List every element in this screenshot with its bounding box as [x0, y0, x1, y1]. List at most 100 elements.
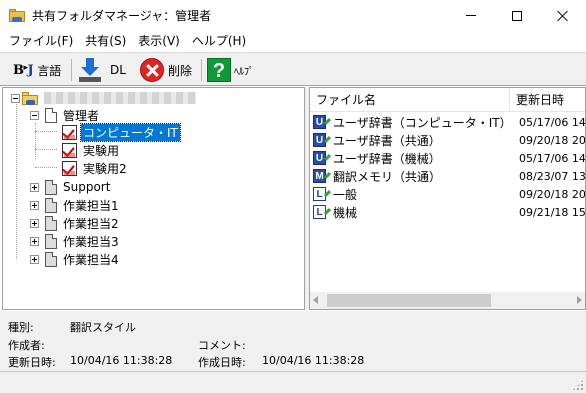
language-icon: B▸J: [13, 62, 34, 78]
user-dictionary-icon: U: [313, 132, 332, 148]
tree-item-worker4[interactable]: 作業担当4: [30, 250, 121, 268]
expand-icon[interactable]: [30, 218, 39, 228]
tree-item-label: 作業担当2: [63, 216, 119, 231]
expand-icon[interactable]: [30, 236, 39, 246]
app-folder-icon: [9, 9, 25, 22]
tree-item-label: Support: [63, 180, 111, 194]
file-name: ユーザ辞書（機械）: [333, 151, 441, 166]
list-item[interactable]: U ユーザ辞書（機械） 05/17/06 14:0: [313, 149, 586, 167]
type-value: 翻訳スタイル: [70, 321, 136, 334]
toolbar-separator: [201, 59, 202, 81]
close-button[interactable]: [540, 0, 586, 31]
type-label: 種別:: [8, 321, 34, 334]
tree-connector: [35, 149, 57, 150]
document-icon: [45, 215, 57, 231]
translation-style-icon: L: [313, 204, 332, 220]
scroll-right-icon[interactable]: [577, 296, 582, 304]
maximize-icon: [512, 10, 522, 21]
list-item[interactable]: U ユーザ辞書（コンピュータ・IT） 05/17/06 14:0: [313, 113, 586, 131]
menu-share[interactable]: 共有(S): [80, 31, 131, 51]
tree-item-experiment2[interactable]: 実験用2: [62, 159, 129, 177]
file-list[interactable]: ファイル名 更新日時 U ユーザ辞書（コンピュータ・IT） 05/17/06 1…: [309, 87, 586, 310]
tree-item-label: 管理者: [63, 108, 100, 123]
tree-connector: [35, 167, 57, 168]
tree-item-experiment[interactable]: 実験用: [62, 141, 121, 159]
user-dictionary-icon: U: [313, 114, 332, 130]
status-bar: [0, 371, 586, 393]
tree-item-worker3[interactable]: 作業担当3: [30, 232, 121, 250]
delete-icon: [140, 58, 164, 82]
file-date: 05/17/06 14:0: [519, 115, 586, 129]
help-button[interactable]: ? ﾍﾙﾌﾟ: [207, 56, 254, 84]
list-item[interactable]: M 翻訳メモリ（共通） 08/23/07 13:5: [313, 167, 585, 185]
tree-item-admin[interactable]: 管理者: [30, 106, 101, 124]
shared-folder-icon: [22, 91, 38, 105]
tree-item-computer-it[interactable]: コンピュータ・IT: [62, 122, 181, 142]
expand-icon[interactable]: [30, 254, 39, 264]
help-label: ﾍﾙﾌﾟ: [234, 66, 254, 78]
help-icon: ?: [207, 58, 231, 82]
tree-item-label: 作業担当3: [63, 234, 119, 249]
document-icon: [45, 107, 57, 123]
modified-value: 10/04/16 11:38:28: [70, 354, 173, 367]
user-dictionary-icon: U: [313, 150, 332, 166]
document-icon: [45, 251, 57, 267]
file-date: 05/17/06 14:0: [519, 151, 586, 165]
author-label: 作成者:: [8, 339, 45, 352]
list-item[interactable]: L 機械 09/21/18 15:1: [313, 203, 585, 221]
toolbar-separator: [71, 59, 72, 81]
scroll-left-icon[interactable]: [313, 296, 318, 304]
maximize-button[interactable]: [494, 0, 540, 31]
menu-view[interactable]: 表示(V): [133, 31, 185, 51]
document-icon: [45, 233, 57, 249]
menu-file[interactable]: ファイル(F): [4, 31, 78, 51]
horizontal-scrollbar[interactable]: [310, 292, 585, 309]
modified-label: 更新日時:: [8, 356, 56, 369]
tree-item-label: 作業担当4: [63, 252, 119, 267]
file-name: ユーザ辞書（コンピュータ・IT）: [333, 115, 511, 130]
tree-item-root[interactable]: [11, 89, 196, 107]
collapse-icon[interactable]: [30, 110, 39, 120]
file-name: 翻訳メモリ（共通）: [333, 169, 442, 184]
list-item[interactable]: L 一般 09/20/18 20:4: [313, 185, 585, 203]
scrollbar-thumb[interactable]: [327, 294, 491, 307]
window-title: 共有フォルダマネージャ：管理者: [32, 9, 212, 23]
file-name: ユーザ辞書（共通）: [333, 133, 441, 148]
comment-label: コメント:: [198, 339, 246, 352]
resize-grip-icon[interactable]: [572, 379, 584, 391]
properties-panel: 種別: 翻訳スタイル 作成者: コメント: 更新日時: 10/04/16 11:…: [0, 311, 586, 371]
expand-icon[interactable]: [30, 182, 39, 192]
collapse-icon[interactable]: [11, 93, 20, 103]
minimize-button[interactable]: [448, 0, 494, 31]
menu-help[interactable]: ヘルプ(H): [187, 31, 251, 51]
minimize-icon: [466, 15, 476, 16]
toolbar: B▸J 言語 DL 削除 ? ﾍﾙﾌﾟ: [0, 52, 586, 86]
tree-item-label: 作業担当1: [63, 198, 119, 213]
tree-connector: [35, 131, 57, 132]
tree-item-label: 実験用: [83, 143, 120, 158]
file-name: 機械: [333, 205, 358, 220]
list-item[interactable]: U ユーザ辞書（共通） 09/20/18 20:4: [313, 131, 586, 149]
folder-tree[interactable]: 管理者 コンピュータ・IT 実験用 実験用2 Support 作業担当1 作業担…: [2, 87, 305, 310]
column-header-modified[interactable]: 更新日時: [510, 88, 585, 112]
tree-item-worker2[interactable]: 作業担当2: [30, 214, 121, 232]
file-name: 一般: [333, 187, 358, 202]
tree-item-label: コンピュータ・IT: [80, 122, 181, 142]
expand-icon[interactable]: [30, 200, 39, 210]
column-header-filename[interactable]: ファイル名: [310, 88, 510, 112]
redacted-root-name: [44, 92, 196, 104]
created-label: 作成日時:: [198, 356, 246, 369]
delete-label: 削除: [168, 63, 193, 78]
list-header: ファイル名 更新日時: [310, 88, 585, 112]
file-date: 09/20/18 20:4: [519, 133, 586, 147]
language-button[interactable]: B▸J 言語: [13, 56, 61, 84]
tree-connector: [35, 123, 36, 159]
style-checked-icon: [62, 142, 77, 158]
tree-item-worker1[interactable]: 作業担当1: [30, 196, 121, 214]
delete-button[interactable]: 削除: [140, 56, 192, 84]
download-button[interactable]: DL: [78, 56, 126, 84]
document-icon: [45, 179, 57, 195]
download-icon: [79, 58, 101, 82]
language-label: 言語: [37, 63, 62, 78]
tree-item-support[interactable]: Support: [30, 178, 112, 196]
